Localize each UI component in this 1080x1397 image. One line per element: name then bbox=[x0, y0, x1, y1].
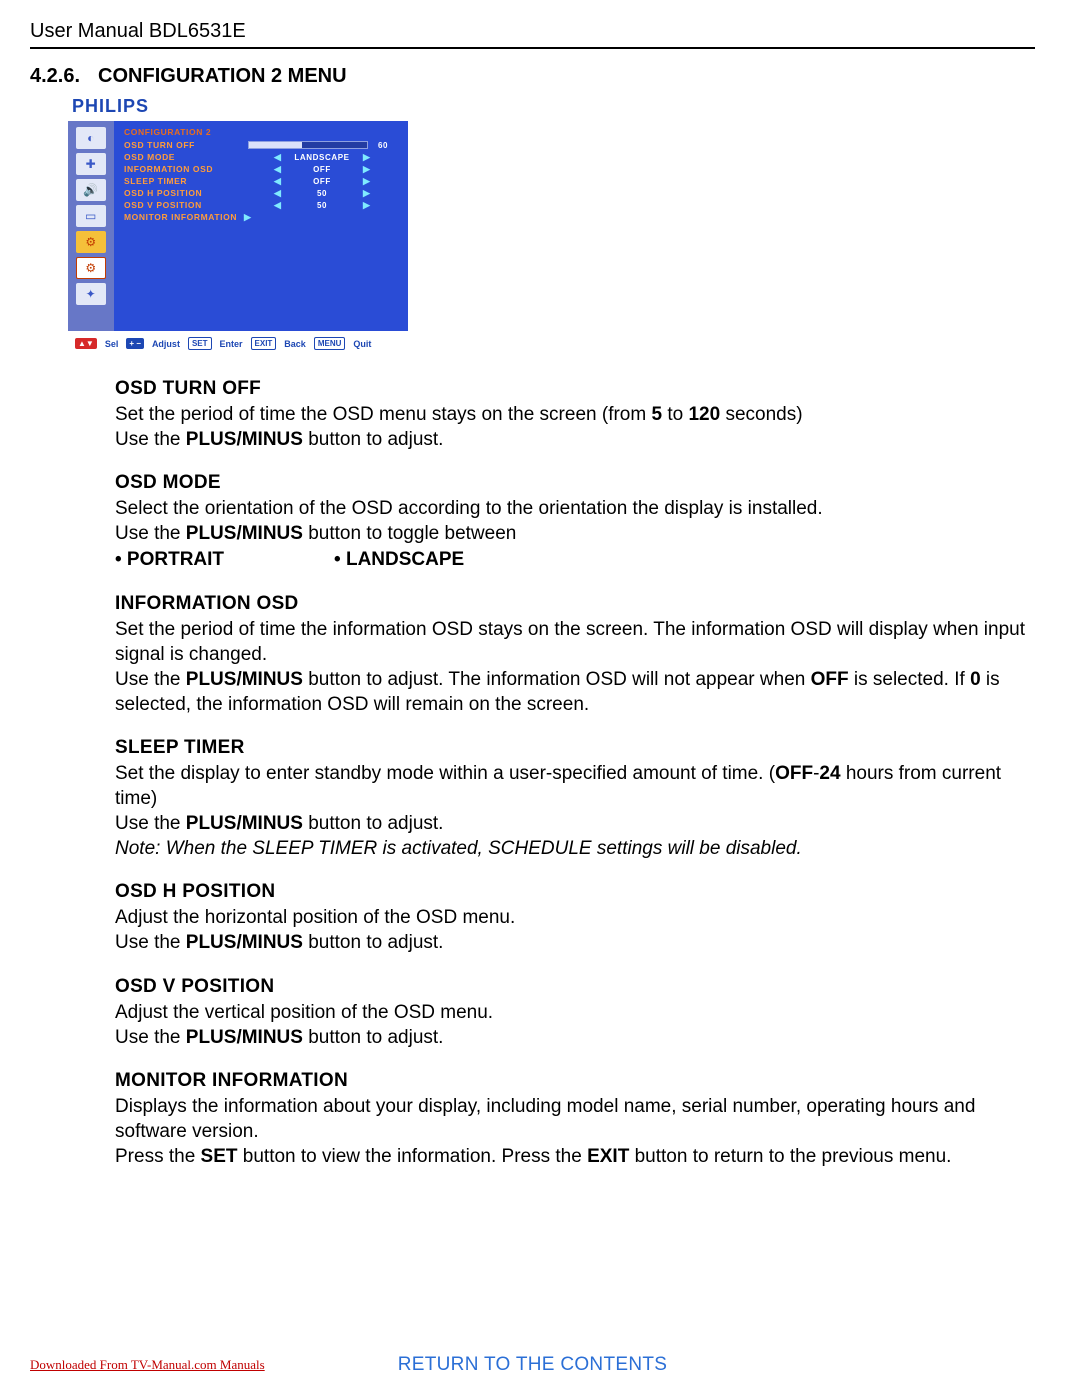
heading-information-osd: INFORMATION OSD bbox=[115, 591, 1035, 616]
slider-track[interactable] bbox=[248, 141, 368, 149]
paragraph: Adjust the horizontal position of the OS… bbox=[115, 905, 1035, 930]
paragraph: Set the display to enter standby mode wi… bbox=[115, 761, 1035, 811]
enter-label: Enter bbox=[220, 339, 243, 349]
paragraph: Adjust the vertical position of the OSD … bbox=[115, 1000, 1035, 1025]
philips-logo: PHILIPS bbox=[72, 96, 1035, 117]
osd-item-value: LANDSCAPE bbox=[287, 153, 357, 162]
osd-item-value: 50 bbox=[287, 201, 357, 210]
arrow-right-icon[interactable]: ▶ bbox=[363, 188, 370, 199]
quit-label: Quit bbox=[353, 339, 371, 349]
osd-menu-item[interactable]: OSD TURN OFF 60 bbox=[124, 139, 400, 151]
arrow-left-icon[interactable]: ◀ bbox=[274, 176, 281, 187]
page-header: User Manual BDL6531E bbox=[30, 20, 1035, 49]
paragraph: Set the period of time the information O… bbox=[115, 617, 1035, 667]
config1-icon[interactable]: ⚙ bbox=[76, 231, 106, 253]
config2-icon[interactable]: ⚙ bbox=[76, 257, 106, 279]
osd-item-label: OSD H POSITION bbox=[124, 188, 244, 198]
paragraph: Use the PLUS/MINUS button to adjust. bbox=[115, 427, 1035, 452]
osd-menu-item[interactable]: OSD H POSITION ◀ 50 ▶ bbox=[124, 187, 400, 199]
screen-icon[interactable]: ✚ bbox=[76, 153, 106, 175]
osd-item-value: OFF bbox=[287, 177, 357, 186]
osd-sidebar: ◐ ✚ 🔊 ▭ ⚙ ⚙ ✦ bbox=[68, 121, 114, 331]
arrow-left-icon[interactable]: ◀ bbox=[274, 200, 281, 211]
osd-menu-item[interactable]: INFORMATION OSD ◀ OFF ▶ bbox=[124, 163, 400, 175]
paragraph: Use the PLUS/MINUS button to adjust. bbox=[115, 930, 1035, 955]
menu-badge: MENU bbox=[314, 337, 346, 350]
arrow-right-icon[interactable]: ▶ bbox=[363, 152, 370, 163]
picture-icon[interactable]: ◐ bbox=[76, 127, 106, 149]
paragraph: Use the PLUS/MINUS button to adjust. bbox=[115, 811, 1035, 836]
note: Note: When the SLEEP TIMER is activated,… bbox=[115, 836, 1035, 861]
arrow-right-icon[interactable]: ▶ bbox=[244, 212, 251, 223]
heading-osd-h-position: OSD H POSITION bbox=[115, 879, 1035, 904]
section-heading: 4.2.6. CONFIGURATION 2 MENU bbox=[30, 65, 1035, 88]
mode-options: • PORTRAIT • LANDSCAPE bbox=[115, 547, 1035, 572]
heading-osd-mode: OSD MODE bbox=[115, 470, 1035, 495]
osd-menu-item[interactable]: SLEEP TIMER ◀ OFF ▶ bbox=[124, 175, 400, 187]
osd-item-label: MONITOR INFORMATION bbox=[124, 212, 244, 222]
osd-item-label: OSD MODE bbox=[124, 152, 244, 162]
arrow-right-icon[interactable]: ▶ bbox=[363, 200, 370, 211]
osd-main: CONFIGURATION 2 OSD TURN OFF 60 OSD MODE ◀ L… bbox=[114, 121, 408, 331]
option-landscape: • LANDSCAPE bbox=[334, 547, 464, 572]
osd-item-label: OSD V POSITION bbox=[124, 200, 244, 210]
paragraph: Use the PLUS/MINUS button to adjust. The… bbox=[115, 667, 1035, 717]
arrow-right-icon[interactable]: ▶ bbox=[363, 176, 370, 187]
heading-sleep-timer: SLEEP TIMER bbox=[115, 735, 1035, 760]
section-number: 4.2.6. bbox=[30, 65, 80, 88]
osd-item-label: INFORMATION OSD bbox=[124, 164, 244, 174]
option-portrait: • PORTRAIT bbox=[115, 547, 224, 572]
return-to-contents-link[interactable]: RETURN TO THE CONTENTS bbox=[398, 1354, 667, 1376]
paragraph: Use the PLUS/MINUS button to adjust. bbox=[115, 1025, 1035, 1050]
osd-menu-item[interactable]: OSD V POSITION ◀ 50 ▶ bbox=[124, 199, 400, 211]
heading-osd-v-position: OSD V POSITION bbox=[115, 974, 1035, 999]
osd-item-value: OFF bbox=[287, 165, 357, 174]
audio-icon[interactable]: 🔊 bbox=[76, 179, 106, 201]
adjust-badge: + − bbox=[126, 338, 144, 349]
document-body: OSD TURN OFF Set the period of time the … bbox=[115, 376, 1035, 1169]
osd-item-label: SLEEP TIMER bbox=[124, 176, 244, 186]
paragraph: Set the period of time the OSD menu stay… bbox=[115, 402, 1035, 427]
sel-badge: ▲▼ bbox=[75, 338, 97, 349]
osd-menu-title: CONFIGURATION 2 bbox=[124, 127, 400, 137]
osd-window: ◐ ✚ 🔊 ▭ ⚙ ⚙ ✦ CONFIGURATION 2 OSD TURN O… bbox=[68, 121, 408, 331]
exit-badge: EXIT bbox=[251, 337, 277, 350]
osd-item-label: OSD TURN OFF bbox=[124, 140, 244, 150]
section-title-text: CONFIGURATION 2 MENU bbox=[98, 65, 347, 88]
arrow-left-icon[interactable]: ◀ bbox=[274, 164, 281, 175]
heading-osd-turn-off: OSD TURN OFF bbox=[115, 376, 1035, 401]
advanced-icon[interactable]: ✦ bbox=[76, 283, 106, 305]
paragraph: Displays the information about your disp… bbox=[115, 1094, 1035, 1144]
paragraph: Press the SET button to view the informa… bbox=[115, 1144, 1035, 1169]
set-badge: SET bbox=[188, 337, 212, 350]
heading-monitor-information: MONITOR INFORMATION bbox=[115, 1068, 1035, 1093]
arrow-left-icon[interactable]: ◀ bbox=[274, 152, 281, 163]
arrow-right-icon[interactable]: ▶ bbox=[363, 164, 370, 175]
arrow-left-icon[interactable]: ◀ bbox=[274, 188, 281, 199]
paragraph: Select the orientation of the OSD accord… bbox=[115, 496, 1035, 521]
page-footer: Downloaded From TV-Manual.com Manuals RE… bbox=[30, 1357, 1035, 1373]
download-link[interactable]: Downloaded From TV-Manual.com Manuals bbox=[30, 1357, 265, 1373]
pip-icon[interactable]: ▭ bbox=[76, 205, 106, 227]
osd-legend: ▲▼ Sel + − Adjust SET Enter EXIT Back ME… bbox=[75, 337, 1035, 350]
osd-item-value: 50 bbox=[287, 189, 357, 198]
sel-label: Sel bbox=[105, 339, 119, 349]
osd-menu-item[interactable]: OSD MODE ◀ LANDSCAPE ▶ bbox=[124, 151, 400, 163]
osd-menu-item[interactable]: MONITOR INFORMATION▶ bbox=[124, 211, 400, 223]
slider-value: 60 bbox=[378, 141, 400, 150]
adjust-label: Adjust bbox=[152, 339, 180, 349]
paragraph: Use the PLUS/MINUS button to toggle betw… bbox=[115, 521, 1035, 546]
back-label: Back bbox=[284, 339, 306, 349]
